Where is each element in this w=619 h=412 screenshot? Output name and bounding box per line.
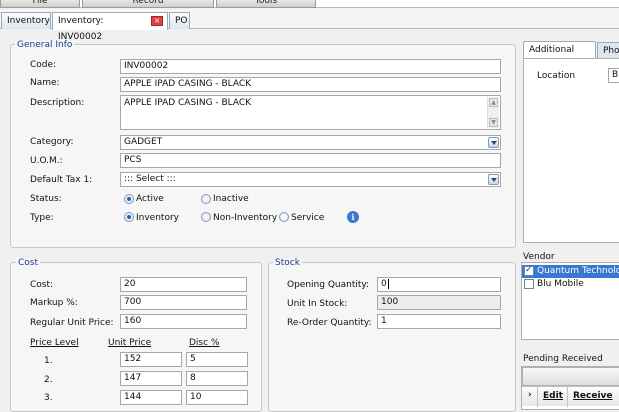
tab-label: PO	[175, 16, 188, 26]
grid-header	[522, 367, 619, 386]
category-select[interactable]: GADGET	[120, 135, 501, 150]
description-label: Description:	[30, 98, 85, 108]
unit-in-stock-field: 100	[377, 295, 501, 310]
general-info-legend: General Info	[15, 40, 75, 50]
disc-3-field[interactable]: 10	[186, 390, 248, 405]
status-active-radio[interactable]	[124, 194, 134, 204]
menu-bar: File Record Tools	[0, 0, 619, 8]
description-field[interactable]: APPLE IPAD CASING - BLACK ▲ ▼	[120, 95, 501, 130]
location-field[interactable]: BI	[608, 68, 619, 83]
close-icon[interactable]: ✕	[151, 16, 163, 26]
default-tax-value: ::: Select :::	[124, 174, 176, 184]
edit-link[interactable]: Edit	[543, 391, 563, 402]
unit-price-2-field[interactable]: 147	[120, 371, 182, 386]
chevron-down-icon[interactable]	[488, 137, 499, 148]
unit-price-header: Unit Price	[108, 338, 152, 348]
vendor-checkbox[interactable]	[524, 265, 534, 276]
unit-price-3-field[interactable]: 144	[120, 390, 182, 405]
markup-field[interactable]: 700	[120, 295, 247, 310]
vendor-list: Quantum Technologie Blu Mobile	[521, 262, 619, 340]
document-tabs: Inventory Inventory: INV00002 ✕ PO	[0, 9, 619, 42]
regular-price-label: Regular Unit Price:	[30, 318, 114, 328]
scroll-up-icon[interactable]: ▲	[489, 98, 498, 107]
code-field[interactable]: INV00002	[120, 59, 501, 74]
price-level-3: 3.	[44, 393, 53, 403]
type-noninventory-radio[interactable]	[201, 212, 211, 222]
markup-label: Markup %:	[30, 298, 78, 308]
status-label: Status:	[30, 194, 62, 204]
type-noninventory-label: Non-Inventory	[213, 213, 278, 223]
receive-link[interactable]: Receive	[573, 391, 613, 402]
reorder-quantity-field[interactable]: 1	[377, 314, 501, 329]
disc-1-field[interactable]: 5	[186, 352, 248, 367]
disc-header: Disc %	[189, 338, 220, 348]
info-icon[interactable]: i	[347, 211, 359, 223]
grid-divider	[567, 387, 568, 407]
tab-inventory[interactable]: Inventory	[1, 12, 51, 29]
stock-legend: Stock	[273, 258, 302, 268]
type-inventory-label: Inventory	[136, 213, 179, 223]
location-label: Location	[537, 71, 576, 81]
status-active-label: Active	[136, 194, 164, 204]
uom-label: U.O.M.:	[30, 156, 63, 166]
vendor-name: Blu Mobile	[537, 279, 584, 289]
tab-label: Photo	[603, 46, 619, 56]
text-cursor	[387, 278, 389, 289]
menu-tools[interactable]: Tools	[216, 0, 316, 8]
row-selector-icon: ›	[528, 390, 532, 400]
tab-label: Inventory: INV00002	[58, 16, 104, 42]
pending-received-title: Pending Received	[523, 354, 603, 364]
price-level-2: 2.	[44, 375, 53, 385]
menu-file[interactable]: File	[0, 0, 80, 8]
type-service-label: Service	[291, 213, 325, 223]
list-item[interactable]: Quantum Technologie	[522, 265, 619, 278]
reorder-quantity-label: Re-Order Quantity:	[287, 318, 372, 328]
opening-quantity-label: Opening Quantity:	[287, 280, 370, 290]
name-field[interactable]: APPLE IPAD CASING - BLACK	[120, 77, 501, 92]
status-inactive-radio[interactable]	[201, 194, 211, 204]
type-service-radio[interactable]	[279, 212, 289, 222]
right-tabs: Additional Info Photo	[523, 41, 619, 71]
price-level-header: Price Level	[30, 338, 79, 348]
regular-price-field[interactable]: 160	[120, 314, 247, 329]
category-label: Category:	[30, 137, 74, 147]
cost-field[interactable]: 20	[120, 277, 247, 292]
vendor-checkbox[interactable]	[524, 279, 534, 289]
tab-inventory-inv00002[interactable]: Inventory: INV00002 ✕	[52, 12, 168, 42]
pending-received-grid: › Edit Receive	[521, 366, 619, 410]
description-scrollbar[interactable]: ▲ ▼	[487, 97, 499, 128]
unit-in-stock-label: Unit In Stock:	[287, 299, 348, 309]
default-tax-select[interactable]: ::: Select :::	[120, 172, 501, 187]
unit-price-1-field[interactable]: 152	[120, 352, 182, 367]
list-item[interactable]: Blu Mobile	[522, 278, 619, 291]
disc-2-field[interactable]: 8	[186, 371, 248, 386]
chevron-down-icon[interactable]	[488, 174, 499, 185]
type-label: Type:	[30, 213, 54, 223]
price-level-1: 1.	[44, 356, 53, 366]
default-tax-label: Default Tax 1:	[30, 175, 93, 185]
cost-label: Cost:	[30, 280, 54, 290]
tab-po[interactable]: PO	[169, 12, 190, 29]
uom-field[interactable]: PCS	[120, 153, 501, 168]
cost-legend: Cost	[16, 258, 41, 268]
type-inventory-radio[interactable]	[124, 212, 134, 222]
category-value: GADGET	[124, 137, 163, 147]
status-inactive-label: Inactive	[213, 194, 249, 204]
table-row[interactable]: › Edit Receive	[522, 386, 619, 407]
tab-photo[interactable]: Photo	[597, 42, 619, 58]
menu-record[interactable]: Record	[82, 0, 214, 8]
additional-info-panel: Location BI	[523, 58, 619, 243]
name-label: Name:	[30, 78, 60, 88]
scroll-down-icon[interactable]: ▼	[489, 118, 498, 127]
opening-quantity-value: 0	[381, 279, 387, 289]
opening-quantity-field[interactable]: 0	[377, 277, 501, 292]
grid-divider	[537, 387, 538, 407]
description-text: APPLE IPAD CASING - BLACK	[124, 98, 252, 108]
tab-additional-info[interactable]: Additional Info	[523, 41, 596, 71]
tab-label: Inventory	[7, 16, 50, 26]
code-label: Code:	[30, 60, 57, 70]
vendor-name: Quantum Technologie	[537, 266, 619, 276]
